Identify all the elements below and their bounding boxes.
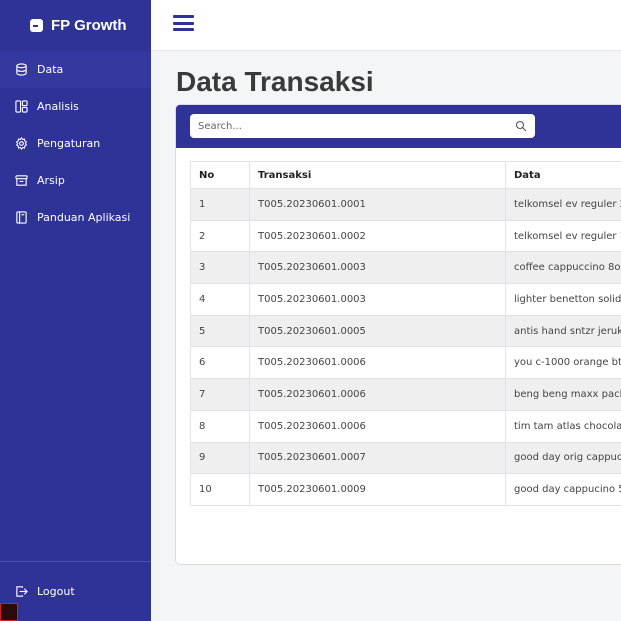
transaction-table: No Transaksi Data 1 T005.20230601.0001 tel… — [190, 161, 621, 506]
cell-data: you c-1000 orange btl — [505, 346, 621, 380]
search-box — [190, 114, 535, 138]
cell-no: 1 — [190, 188, 250, 221]
hamburger-icon[interactable] — [173, 15, 194, 31]
terminal-icon — [30, 19, 43, 32]
sidebar-item-data[interactable]: Data — [0, 51, 151, 88]
cell-no: 4 — [190, 283, 250, 316]
card-header — [176, 105, 621, 148]
cell-transaksi: T005.20230601.0002 — [249, 219, 506, 253]
table-row[interactable]: 7 T005.20230601.0006 beng beng maxx pack — [190, 378, 621, 411]
table-row[interactable]: 3 T005.20230601.0003 coffee cappuccino 8oz — [190, 251, 621, 285]
database-icon — [14, 63, 28, 77]
brand[interactable]: FP Growth — [0, 0, 151, 51]
brand-name: FP Growth — [51, 17, 127, 34]
cell-transaksi: T005.20230601.0009 — [249, 473, 506, 506]
column-header-no[interactable]: No — [190, 161, 250, 189]
table-header-row: No Transaksi Data — [190, 161, 621, 189]
cell-transaksi: T005.20230601.0007 — [249, 441, 506, 475]
data-card: No Transaksi Data 1T005.20230601.0001tel… — [175, 104, 621, 565]
cell-no: 3 — [190, 251, 250, 285]
cell-no: 2 — [190, 219, 250, 253]
cell-transaksi: T005.20230601.0003 — [249, 251, 506, 285]
sidebar-item-label: Data — [37, 63, 64, 76]
cell-transaksi: T005.20230601.0006 — [249, 409, 506, 443]
cell-data: lighter benetton solid — [505, 283, 621, 316]
cell-no: 7 — [190, 378, 250, 411]
cell-data: good day orig cappucc — [505, 441, 621, 475]
table-row[interactable]: 4 T005.20230601.0003 lighter benetton soli… — [190, 283, 621, 316]
column-header-data[interactable]: Data — [505, 161, 621, 189]
sidebar-item-arsip[interactable]: Arsip — [0, 162, 151, 199]
gear-icon — [14, 137, 28, 151]
table-row[interactable]: 8 T005.20230601.0006 tim tam atlas chocola… — [190, 409, 621, 443]
corner-badge — [0, 603, 18, 621]
cell-transaksi: T005.20230601.0003 — [249, 283, 506, 316]
cell-data: telkomsel ev reguler 10 — [505, 219, 621, 253]
table-row[interactable]: 10 T005.20230601.0009 good day cappucino 5… — [190, 473, 621, 506]
column-header-transaksi[interactable]: Transaksi — [249, 161, 506, 189]
cell-no: 10 — [190, 473, 250, 506]
cell-transaksi: T005.20230601.0006 — [249, 346, 506, 380]
sidebar-item-label: Pengaturan — [37, 137, 101, 150]
cell-data: coffee cappuccino 8oz — [505, 251, 621, 285]
book-icon — [14, 211, 28, 225]
table-row[interactable]: 2 T005.20230601.0002 telkomsel ev reguler … — [190, 219, 621, 253]
sidebar-item-pengaturan[interactable]: Pengaturan — [0, 125, 151, 162]
cell-data: telkomsel ev reguler 25 — [505, 188, 621, 221]
table-row[interactable]: 6 T005.20230601.0006 you c-1000 orange btl — [190, 346, 621, 380]
cell-no: 6 — [190, 346, 250, 380]
sidebar-item-analisis[interactable]: Analisis — [0, 88, 151, 125]
cell-data: good day cappucino 5x — [505, 473, 621, 506]
cell-no: 8 — [190, 409, 250, 443]
top-bar — [151, 0, 621, 51]
table-row[interactable]: 5 T005.20230601.0005 antis hand sntzr jeru… — [190, 314, 621, 348]
archive-icon — [14, 174, 28, 188]
sidebar-item-label: Arsip — [37, 174, 65, 187]
logout-label: Logout — [37, 585, 75, 598]
cell-data: beng beng maxx pack — [505, 378, 621, 411]
logout-icon — [14, 585, 28, 599]
sidebar-item-label: Analisis — [37, 100, 79, 113]
cell-data: tim tam atlas chocolate — [505, 409, 621, 443]
cell-data: antis hand sntzr jeruk n — [505, 314, 621, 348]
cell-no: 5 — [190, 314, 250, 348]
sidebar-item-label: Panduan Aplikasi — [37, 211, 131, 224]
cell-transaksi: T005.20230601.0006 — [249, 378, 506, 411]
cell-transaksi: T005.20230601.0001 — [249, 188, 506, 221]
page-title: Data Transaksi — [176, 66, 374, 97]
table-row[interactable]: 9 T005.20230601.0007 good day orig cappucc — [190, 441, 621, 475]
grid-icon — [14, 100, 28, 114]
table-row[interactable]: 1 T005.20230601.0001 telkomsel ev reguler … — [190, 188, 621, 221]
sidebar-item-panduan[interactable]: Panduan Aplikasi — [0, 199, 151, 236]
sidebar: FP Growth Data Analisis Pengaturan Arsip… — [0, 0, 151, 621]
cell-transaksi: T005.20230601.0005 — [249, 314, 506, 348]
search-icon[interactable] — [515, 120, 527, 132]
logout-button[interactable]: Logout — [0, 561, 151, 621]
cell-no: 9 — [190, 441, 250, 475]
search-input[interactable] — [198, 120, 515, 132]
